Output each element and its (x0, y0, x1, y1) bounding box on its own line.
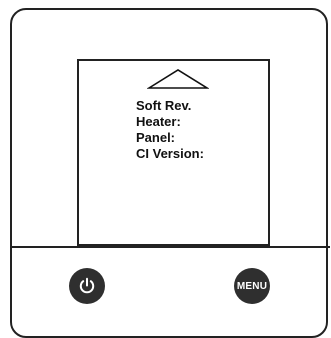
info-panel: Panel: (136, 130, 176, 145)
panel-divider (12, 246, 330, 248)
menu-button-label: MENU (236, 280, 268, 292)
info-list: Soft Rev. Heater: Panel: CI Version: (136, 98, 204, 162)
menu-button[interactable]: MENU (234, 268, 270, 304)
up-arrow-icon[interactable] (147, 68, 209, 90)
power-button[interactable] (69, 268, 105, 304)
info-heater: Heater: (136, 114, 181, 129)
info-ci-version: CI Version: (136, 146, 204, 161)
power-icon (79, 277, 95, 294)
display-screen: Soft Rev. Heater: Panel: CI Version: (77, 59, 270, 246)
info-soft-rev: Soft Rev. (136, 98, 192, 113)
